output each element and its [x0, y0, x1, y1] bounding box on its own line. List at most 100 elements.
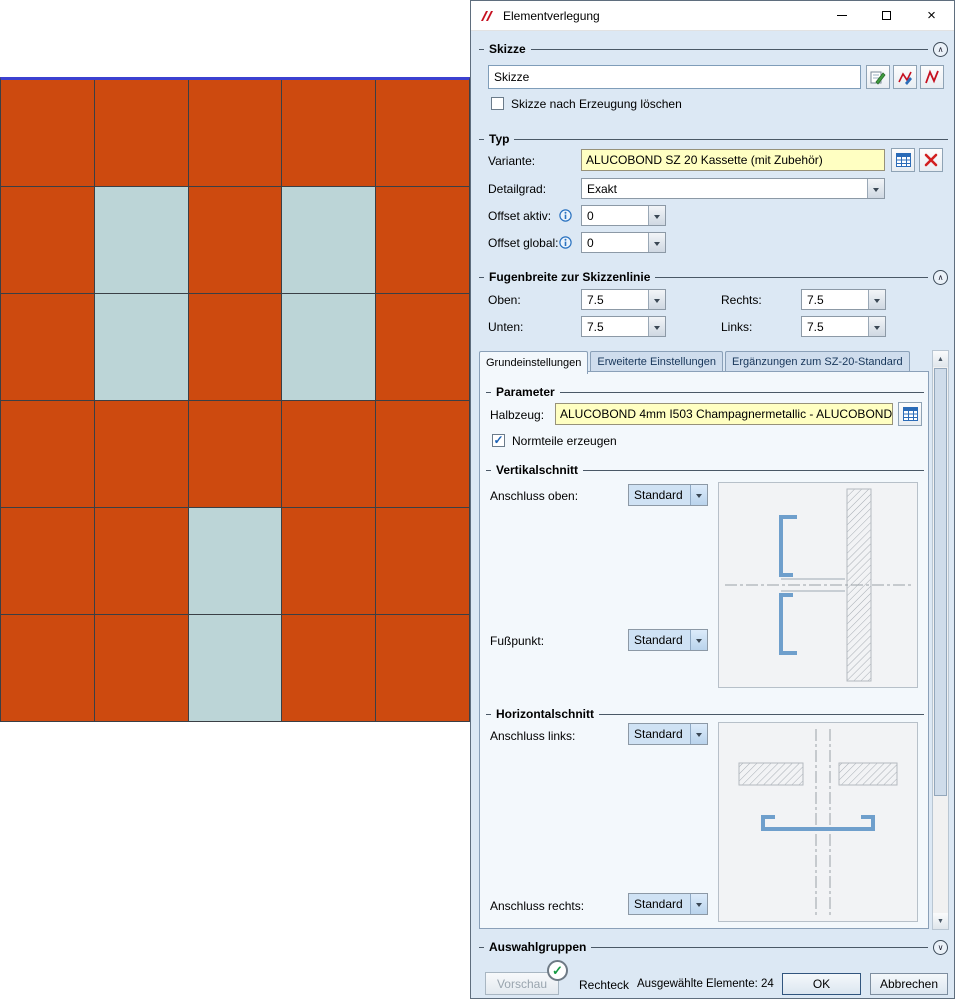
panel-cell[interactable]: [376, 294, 469, 400]
cancel-button[interactable]: Abbrechen: [870, 973, 948, 995]
panel-cell[interactable]: [1, 294, 94, 400]
skizze-input[interactable]: Skizze: [488, 65, 861, 89]
create-sketch-button[interactable]: [866, 65, 890, 89]
panel-cell[interactable]: [1, 80, 94, 186]
offset-aktiv-value: 0: [582, 206, 648, 225]
normteile-checkbox[interactable]: ✓: [492, 434, 505, 447]
anschluss-links-value: Standard: [629, 724, 690, 744]
tab-page-scrollbar[interactable]: ▲ ▼: [932, 350, 949, 930]
fugenbreite-group-title: Fugenbreite zur Skizzenlinie: [489, 270, 650, 284]
preview-check-icon: ✓: [547, 960, 568, 981]
ok-button[interactable]: OK: [782, 973, 861, 995]
tab-erweiterte-einstellungen[interactable]: Erweiterte Einstellungen: [590, 351, 723, 372]
panel-cell[interactable]: [95, 401, 188, 507]
unten-select[interactable]: 7.5: [581, 316, 666, 337]
offset-global-label: Offset global:: [488, 236, 559, 250]
links-select[interactable]: 7.5: [801, 316, 886, 337]
panel-cell[interactable]: [1, 508, 94, 614]
settings-tabs: Grundeinstellungen Erweiterte Einstellun…: [479, 350, 929, 372]
opening-cell[interactable]: [282, 294, 375, 400]
panel-cell[interactable]: [376, 187, 469, 293]
detailgrad-select[interactable]: Exakt: [581, 178, 885, 199]
oben-select[interactable]: 7.5: [581, 289, 666, 310]
panel-cell[interactable]: [376, 80, 469, 186]
halbzeug-field[interactable]: ALUCOBOND 4mm I503 Champagnermetallic - …: [555, 403, 893, 425]
panel-cell[interactable]: [282, 80, 375, 186]
anschluss-rechts-select[interactable]: Standard: [628, 893, 708, 915]
panel-cell[interactable]: [1, 187, 94, 293]
chevron-down-icon: [868, 290, 885, 309]
rechts-select[interactable]: 7.5: [801, 289, 886, 310]
select-sketch-icon: [897, 69, 913, 85]
maximize-icon: [882, 11, 891, 20]
offset-global-select[interactable]: 0: [581, 232, 666, 253]
vorschau-button-label: Vorschau: [497, 977, 547, 991]
offset-aktiv-select[interactable]: 0: [581, 205, 666, 226]
halbzeug-select-button[interactable]: [898, 402, 922, 426]
titlebar[interactable]: Elementverlegung ×: [471, 1, 954, 31]
select-sketch-button[interactable]: [893, 65, 917, 89]
chevron-down-icon: [648, 290, 665, 309]
panel-cell[interactable]: [189, 187, 282, 293]
fusspunkt-value: Standard: [629, 630, 690, 650]
panel-cell[interactable]: [376, 401, 469, 507]
offset-global-info-icon[interactable]: [559, 236, 572, 249]
panel-cell[interactable]: [376, 508, 469, 614]
opening-cell[interactable]: [282, 187, 375, 293]
edit-sketch-button[interactable]: [920, 65, 944, 89]
skizze-input-value: Skizze: [494, 70, 529, 84]
minimize-icon: [837, 15, 847, 16]
panel-cell[interactable]: [282, 401, 375, 507]
tab-ergaenzungen-sz20[interactable]: Ergänzungen zum SZ-20-Standard: [725, 351, 910, 372]
anschluss-oben-value: Standard: [629, 485, 690, 505]
opening-cell[interactable]: [95, 187, 188, 293]
oben-label: Oben:: [488, 293, 521, 307]
variante-select-button[interactable]: [891, 148, 915, 172]
opening-cell[interactable]: [189, 508, 282, 614]
anschluss-oben-select[interactable]: Standard: [628, 484, 708, 506]
table-icon: [903, 407, 918, 421]
typ-group-title: Typ: [489, 132, 509, 146]
close-button[interactable]: ×: [909, 1, 954, 31]
panel-layout-canvas[interactable]: [0, 77, 470, 722]
anschluss-rechts-value: Standard: [629, 894, 690, 914]
panel-cell[interactable]: [376, 615, 469, 721]
panel-cell[interactable]: [189, 401, 282, 507]
scroll-down-icon: ▼: [937, 918, 944, 925]
minimize-button[interactable]: [819, 1, 864, 31]
scrollbar-thumb[interactable]: [934, 368, 947, 796]
panel-cell[interactable]: [1, 401, 94, 507]
table-icon: [896, 153, 911, 167]
rechts-label: Rechts:: [721, 293, 762, 307]
variante-delete-button[interactable]: [919, 148, 943, 172]
opening-cell[interactable]: [189, 615, 282, 721]
opening-cell[interactable]: [95, 294, 188, 400]
window-title: Elementverlegung: [503, 9, 600, 23]
panel-cell[interactable]: [189, 80, 282, 186]
chevron-down-icon: [690, 724, 707, 744]
panel-cell[interactable]: [189, 294, 282, 400]
panel-cell[interactable]: [1, 615, 94, 721]
maximize-button[interactable]: [864, 1, 909, 31]
tab-label: Grundeinstellungen: [486, 357, 581, 369]
panel-cell[interactable]: [95, 615, 188, 721]
collapse-skizze-button[interactable]: ∧: [933, 42, 948, 57]
fusspunkt-select[interactable]: Standard: [628, 629, 708, 651]
chevron-down-icon: [648, 233, 665, 252]
panel-cell[interactable]: [282, 615, 375, 721]
selection-count-label: Ausgewählte Elemente: 24: [637, 978, 774, 990]
expand-auswahlgruppen-button[interactable]: ∨: [933, 940, 948, 955]
delete-sketch-checkbox[interactable]: [491, 97, 504, 110]
scroll-down-button[interactable]: ▼: [933, 913, 948, 929]
chevron-down-icon: [868, 317, 885, 336]
panel-cell[interactable]: [282, 508, 375, 614]
collapse-fugenbreite-button[interactable]: ∧: [933, 270, 948, 285]
scroll-up-icon: ▲: [937, 356, 944, 363]
anschluss-links-select[interactable]: Standard: [628, 723, 708, 745]
panel-cell[interactable]: [95, 508, 188, 614]
variante-field[interactable]: ALUCOBOND SZ 20 Kassette (mit Zubehör): [581, 149, 885, 171]
tab-grundeinstellungen[interactable]: Grundeinstellungen: [479, 351, 588, 374]
panel-cell[interactable]: [95, 80, 188, 186]
offset-aktiv-info-icon[interactable]: [559, 209, 572, 222]
scroll-up-button[interactable]: ▲: [933, 351, 948, 367]
